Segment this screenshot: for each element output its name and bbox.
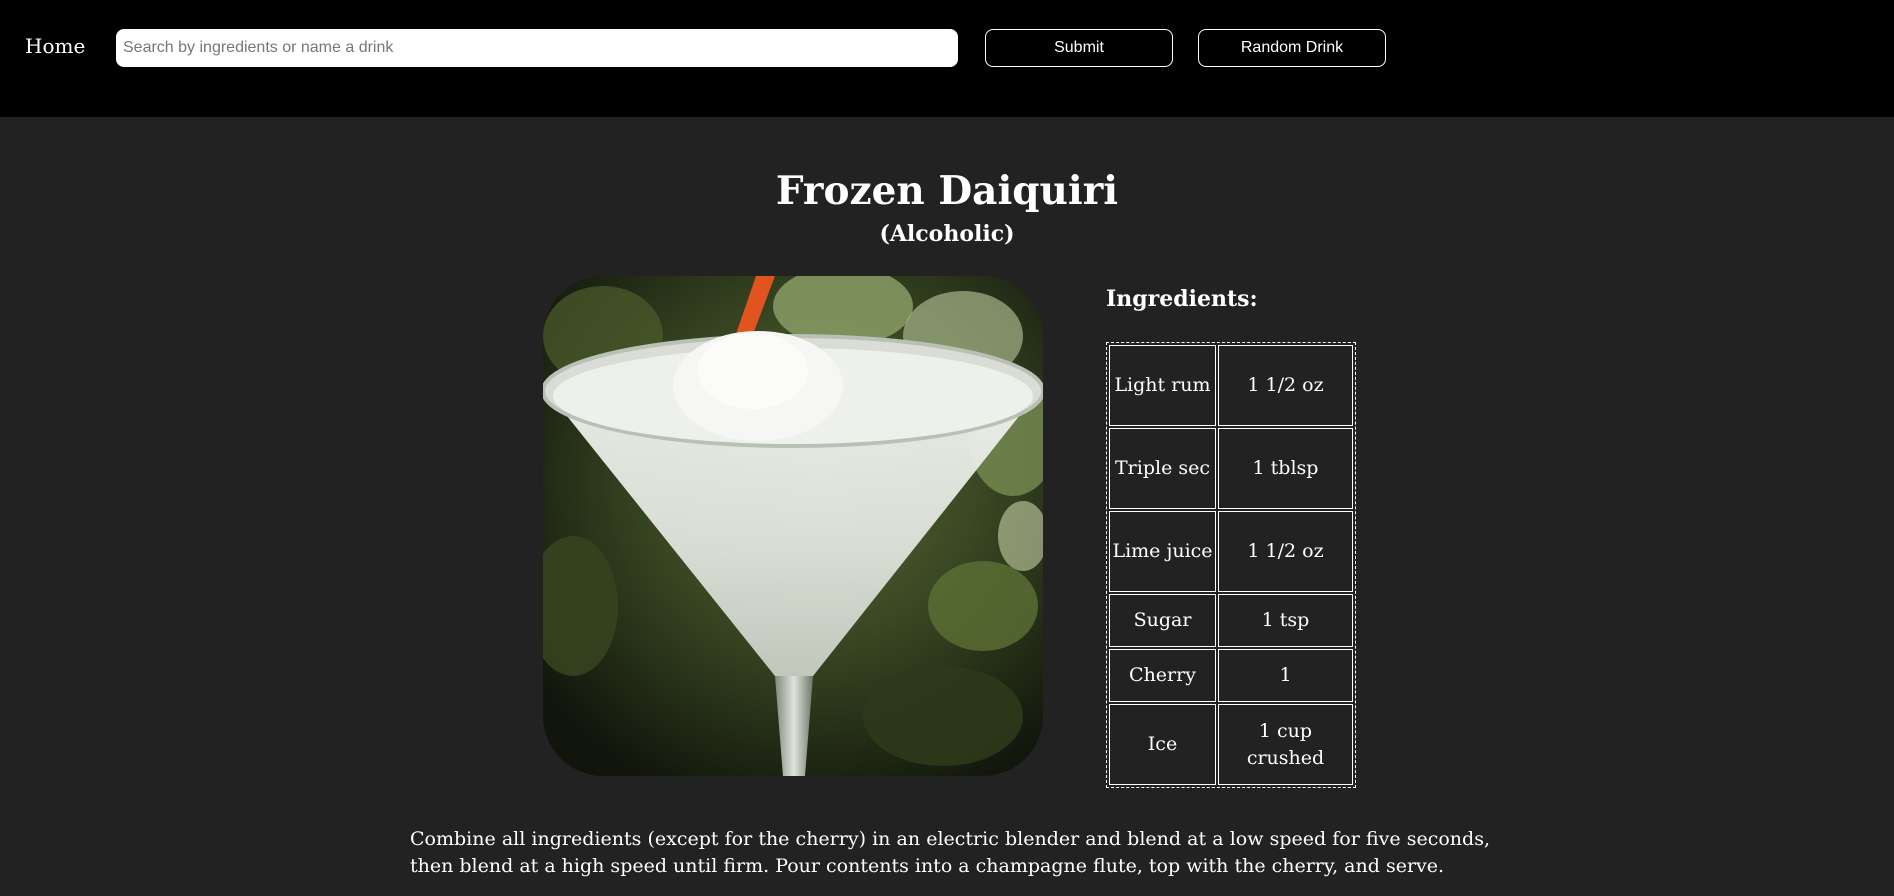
random-drink-button[interactable]: Random Drink <box>1198 29 1386 67</box>
ingredient-measure: 1 1/2 oz <box>1218 345 1353 426</box>
home-link[interactable]: Home <box>25 34 85 58</box>
ingredient-name: Ice <box>1109 704 1216 785</box>
table-row: Sugar 1 tsp <box>1109 594 1353 647</box>
ingredient-measure: 1 1/2 oz <box>1218 511 1353 592</box>
ingredient-name: Triple sec <box>1109 428 1216 509</box>
ingredient-name: Light rum <box>1109 345 1216 426</box>
ingredient-measure: 1 tblsp <box>1218 428 1353 509</box>
ingredient-name: Lime juice <box>1109 511 1216 592</box>
drink-photo <box>543 276 1043 776</box>
ingredient-measure: 1 tsp <box>1218 594 1353 647</box>
drink-title: Frozen Daiquiri <box>775 168 1119 214</box>
ingredient-measure: 1 <box>1218 649 1353 702</box>
search-input[interactable] <box>116 29 958 67</box>
ingredients-heading: Ingredients: <box>1106 286 1258 312</box>
submit-button[interactable]: Submit <box>985 29 1173 67</box>
ingredients-table: Light rum 1 1/2 oz Triple sec 1 tblsp Li… <box>1106 342 1356 788</box>
table-row: Light rum 1 1/2 oz <box>1109 345 1353 426</box>
table-row: Cherry 1 <box>1109 649 1353 702</box>
table-row: Lime juice 1 1/2 oz <box>1109 511 1353 592</box>
drink-category: (Alcoholic) <box>879 221 1015 247</box>
table-row: Triple sec 1 tblsp <box>1109 428 1353 509</box>
top-navigation-bar: Home Submit Random Drink <box>0 0 1894 117</box>
ingredient-name: Sugar <box>1109 594 1216 647</box>
ingredient-measure: 1 cup crushed <box>1218 704 1353 785</box>
ingredient-name: Cherry <box>1109 649 1216 702</box>
drink-instructions: Combine all ingredients (except for the … <box>410 828 1490 877</box>
table-row: Ice 1 cup crushed <box>1109 704 1353 785</box>
